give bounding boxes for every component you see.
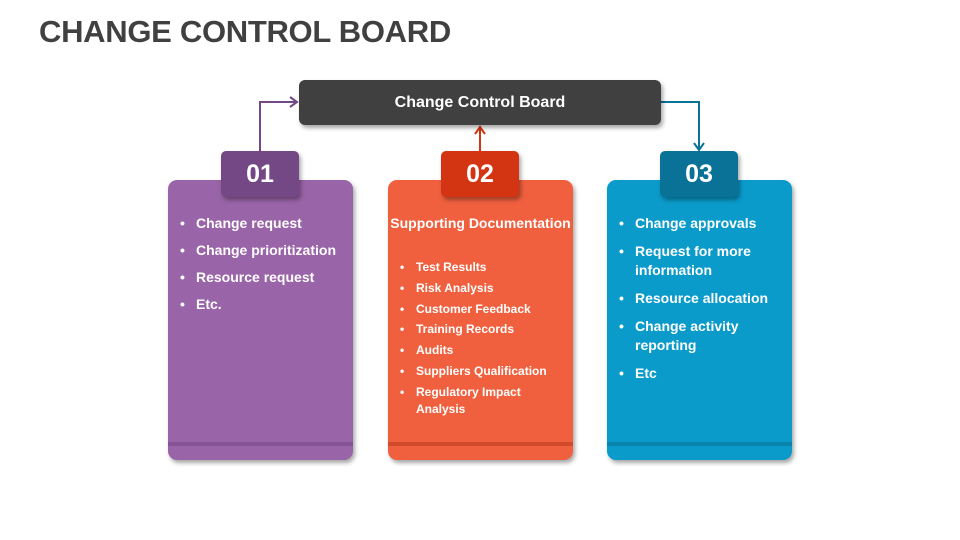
- badge-01: 01: [221, 151, 299, 197]
- board-label: Change Control Board: [394, 93, 566, 111]
- arrow-board-to-03: [661, 101, 705, 152]
- card-01-band: [168, 442, 353, 446]
- change-control-board-box: Change Control Board: [299, 80, 661, 125]
- list-item: Resource request: [180, 268, 345, 286]
- list-item: Etc.: [180, 295, 345, 313]
- card-02-list: Test Results Risk Analysis Customer Feed…: [400, 259, 565, 422]
- list-item: Resource allocation: [619, 289, 784, 308]
- list-item: Risk Analysis: [400, 280, 565, 297]
- list-item: Test Results: [400, 259, 565, 276]
- list-item: Suppliers Qualification: [400, 363, 565, 380]
- list-item: Audits: [400, 342, 565, 359]
- list-item: Etc: [619, 364, 784, 383]
- badge-number: 02: [466, 159, 494, 188]
- card-01: Change request Change prioritization Res…: [168, 180, 353, 460]
- card-02: Supporting Documentation Test Results Ri…: [388, 180, 573, 460]
- list-item: Regulatory Impact Analysis: [400, 384, 565, 418]
- list-item: Training Records: [400, 321, 565, 338]
- list-item: Change activity reporting: [619, 317, 784, 355]
- slide-title: CHANGE CONTROL BOARD: [39, 14, 451, 49]
- list-item: Customer Feedback: [400, 301, 565, 318]
- card-02-subtitle: Supporting Documentation: [390, 215, 571, 231]
- arrow-01-to-board: [259, 96, 299, 152]
- list-item: Change request: [180, 214, 345, 232]
- card-02-band: [388, 442, 573, 446]
- badge-number: 03: [685, 159, 713, 188]
- badge-03: 03: [660, 151, 738, 197]
- card-01-list: Change request Change prioritization Res…: [180, 214, 345, 322]
- arrow-02-to-board: [474, 125, 486, 152]
- card-03: Change approvals Request for more inform…: [607, 180, 792, 460]
- card-03-band: [607, 442, 792, 446]
- list-item: Change prioritization: [180, 241, 345, 259]
- card-03-list: Change approvals Request for more inform…: [619, 214, 784, 392]
- badge-number: 01: [246, 159, 274, 188]
- badge-02: 02: [441, 151, 519, 197]
- list-item: Change approvals: [619, 214, 784, 233]
- list-item: Request for more information: [619, 242, 784, 280]
